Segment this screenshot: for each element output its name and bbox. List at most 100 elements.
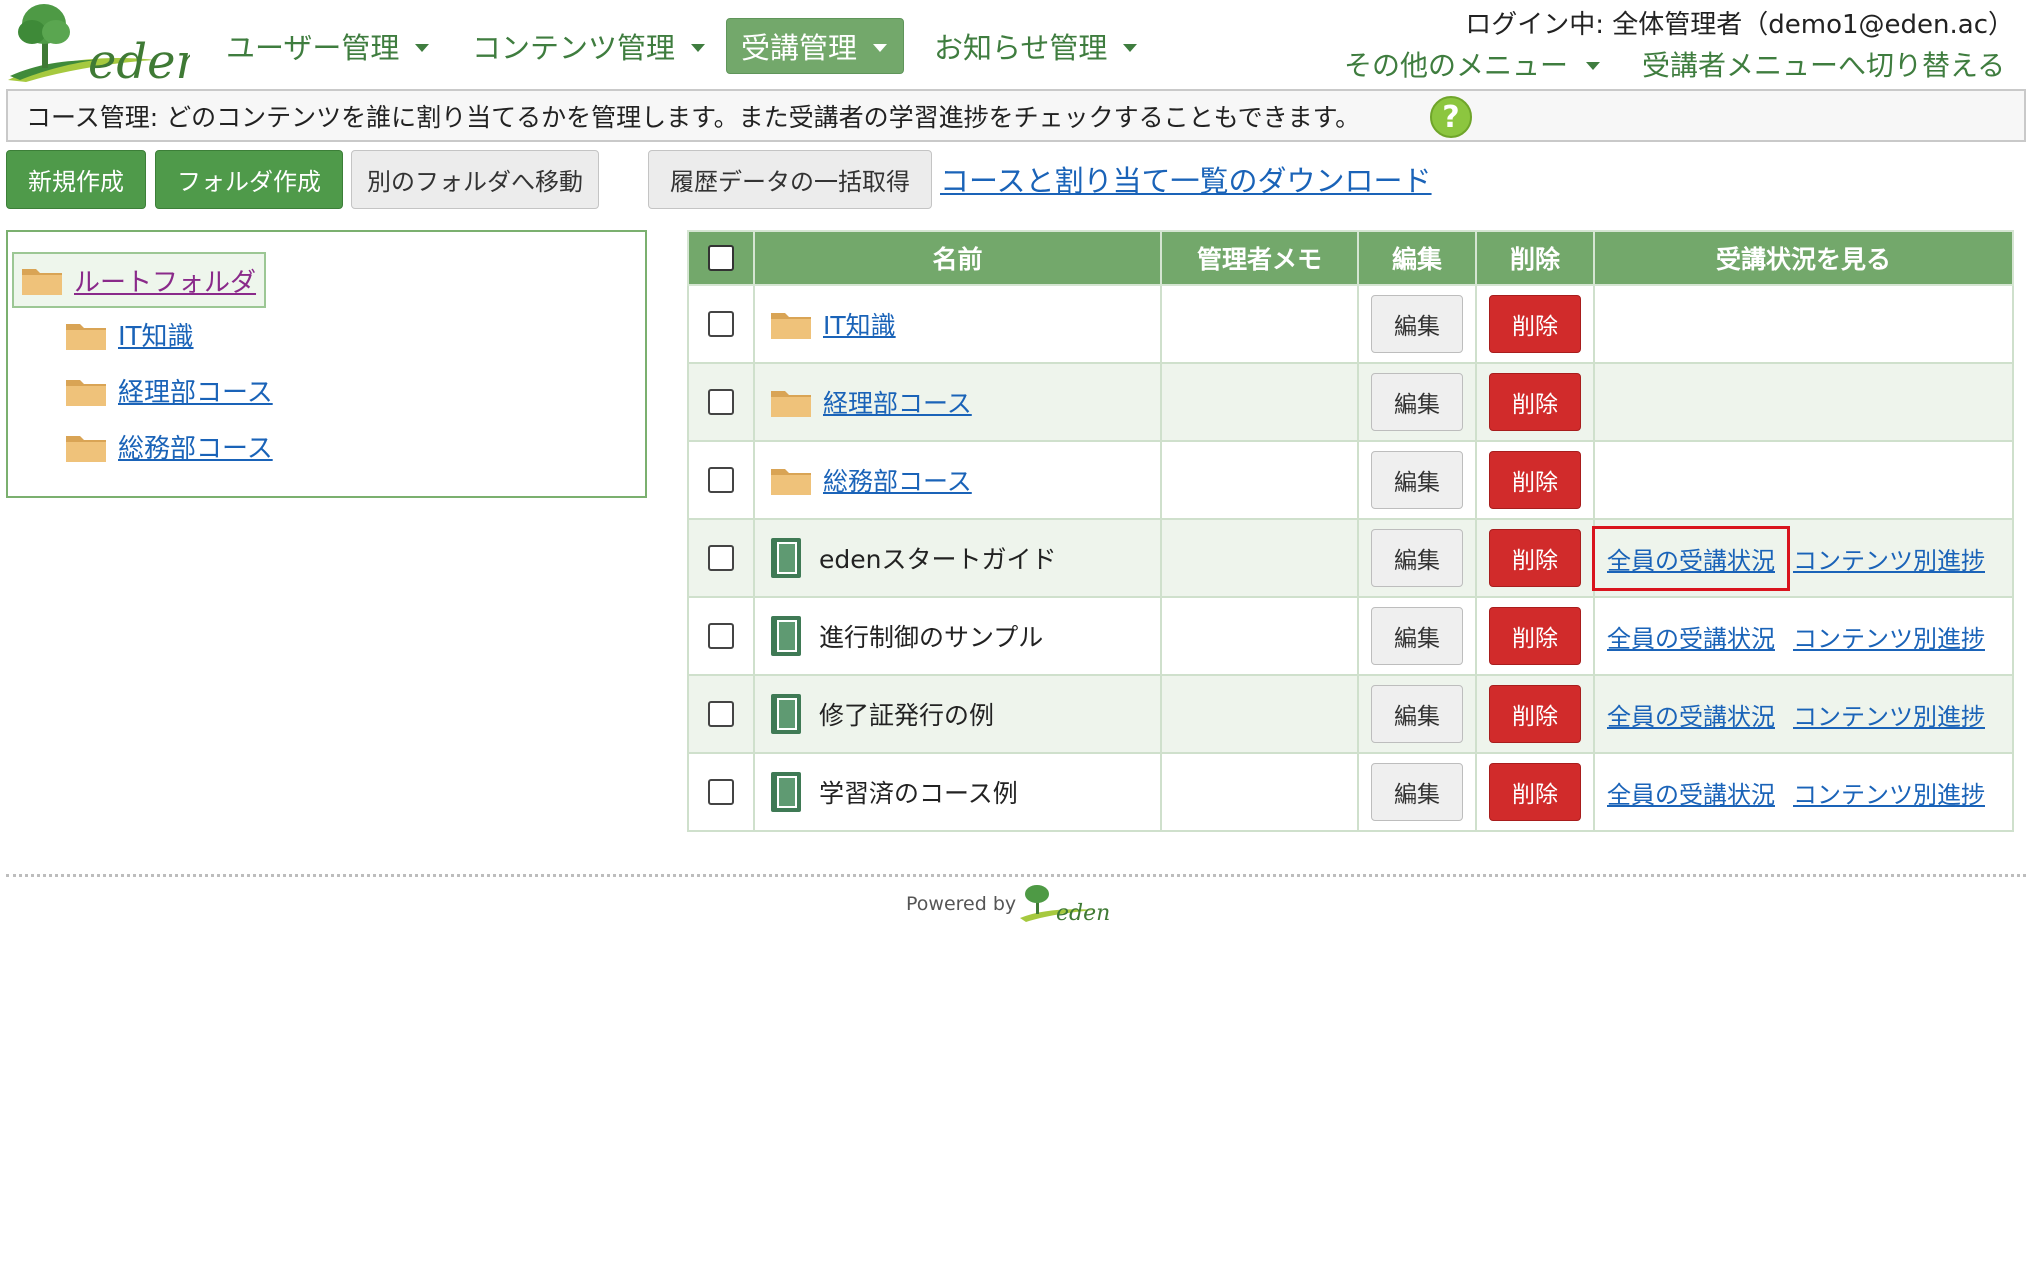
row-name: 進行制御のサンプル	[819, 623, 1044, 652]
row-checkbox-cell	[687, 518, 755, 598]
nav-user-management[interactable]: ユーザー管理	[212, 18, 443, 74]
powered-by-text: Powered by	[906, 893, 1017, 915]
course-book-icon	[771, 616, 801, 656]
folder-icon	[66, 379, 106, 406]
caret-down-icon	[873, 44, 888, 52]
edit-button[interactable]: 編集	[1371, 763, 1463, 821]
row-edit-cell: 編集	[1357, 284, 1477, 364]
folder-icon	[771, 469, 811, 495]
row-status-cell: 全員の受講状況 コンテンツ別進捗	[1592, 518, 2014, 598]
course-book-icon	[771, 694, 801, 734]
delete-button[interactable]: 削除	[1489, 451, 1581, 509]
tree-root-label: ルートフォルダ	[74, 267, 257, 298]
delete-header: 削除	[1475, 230, 1595, 286]
nav-attendance-management[interactable]: 受講管理	[726, 18, 904, 74]
row-checkbox[interactable]	[708, 701, 734, 727]
row-delete-cell: 削除	[1475, 440, 1595, 520]
row-checkbox-cell	[687, 440, 755, 520]
svg-text:eden: eden	[88, 34, 190, 84]
row-checkbox-cell	[687, 284, 755, 364]
create-folder-button[interactable]: フォルダ作成	[155, 150, 343, 209]
row-memo-cell	[1160, 596, 1359, 676]
switch-to-learner-menu[interactable]: 受講者メニューへ切り替える	[1642, 44, 2005, 84]
table-row: 進行制御のサンプル 編集 削除 全員の受講状況 コンテンツ別進捗	[687, 596, 2014, 676]
row-checkbox[interactable]	[708, 623, 734, 649]
caret-down-icon	[1586, 62, 1601, 70]
bulk-history-button[interactable]: 履歴データの一括取得	[648, 150, 932, 209]
row-edit-cell: 編集	[1357, 674, 1477, 754]
other-menu[interactable]: その他のメニュー	[1344, 44, 1601, 84]
memo-header: 管理者メモ	[1160, 230, 1359, 286]
delete-button[interactable]: 削除	[1489, 373, 1581, 431]
edit-button[interactable]: 編集	[1371, 373, 1463, 431]
row-status-cell: 全員の受講状況 コンテンツ別進捗	[1593, 752, 2014, 832]
tree-item-it[interactable]: IT知識	[64, 316, 194, 353]
row-name-link[interactable]: 経理部コース	[823, 384, 972, 420]
row-name-cell: 学習済のコース例	[753, 752, 1162, 832]
status-header: 受講状況を見る	[1593, 230, 2014, 286]
tree-item-label: IT知識	[118, 322, 194, 352]
row-name-link[interactable]: IT知識	[823, 306, 896, 342]
table-row: IT知識 編集 削除	[687, 284, 2014, 364]
tree-item-label: 総務部コース	[118, 434, 273, 464]
row-memo-cell	[1160, 518, 1359, 598]
delete-button[interactable]: 削除	[1489, 685, 1581, 743]
nav-notice-management[interactable]: お知らせ管理	[920, 18, 1151, 74]
row-name-cell: 修了証発行の例	[753, 674, 1162, 754]
edit-button[interactable]: 編集	[1371, 607, 1463, 665]
row-status-cell: 全員の受講状況 コンテンツ別進捗	[1593, 674, 2014, 754]
row-checkbox[interactable]	[708, 311, 734, 337]
row-checkbox[interactable]	[708, 545, 734, 571]
row-memo-cell	[1160, 674, 1359, 754]
svg-text:eden: eden	[1056, 901, 1110, 924]
caret-down-icon	[691, 44, 706, 52]
row-checkbox-cell	[687, 596, 755, 676]
content-progress-link[interactable]: コンテンツ別進捗	[1793, 775, 1985, 810]
delete-button[interactable]: 削除	[1489, 763, 1581, 821]
select-all-checkbox[interactable]	[708, 245, 734, 271]
row-name-cell: 進行制御のサンプル	[753, 596, 1162, 676]
row-delete-cell: 削除	[1475, 362, 1595, 442]
row-checkbox[interactable]	[708, 467, 734, 493]
folder-icon	[22, 269, 62, 295]
content-progress-link[interactable]: コンテンツ別進捗	[1793, 619, 1985, 654]
select-all-header	[687, 230, 755, 286]
all-status-link[interactable]: 全員の受講状況	[1605, 617, 1777, 656]
row-checkbox[interactable]	[708, 779, 734, 805]
delete-button[interactable]: 削除	[1489, 295, 1581, 353]
delete-button[interactable]: 削除	[1489, 529, 1581, 587]
row-checkbox[interactable]	[708, 389, 734, 415]
row-name-cell: 経理部コース	[753, 362, 1162, 442]
table-header-row: 名前 管理者メモ 編集 削除 受講状況を見る	[687, 230, 2014, 286]
edit-button[interactable]: 編集	[1371, 685, 1463, 743]
edit-button[interactable]: 編集	[1371, 295, 1463, 353]
info-text: コース管理: どのコンテンツを誰に割り当てるかを管理します。また受講者の学習進捗…	[26, 102, 1361, 132]
help-icon[interactable]: ?	[1430, 96, 1472, 138]
all-status-link[interactable]: 全員の受講状況	[1592, 525, 1790, 591]
course-table: 名前 管理者メモ 編集 削除 受講状況を見る IT知識 編集 削除 経理部コース 編集削…	[687, 230, 2014, 832]
nav-content-management[interactable]: コンテンツ管理	[458, 18, 719, 74]
move-folder-button[interactable]: 別のフォルダへ移動	[351, 150, 599, 209]
tree-root-folder[interactable]: ルートフォルダ	[12, 252, 267, 308]
row-edit-cell: 編集	[1357, 518, 1477, 598]
content-progress-link[interactable]: コンテンツ別進捗	[1793, 697, 1985, 732]
row-name-link[interactable]: 総務部コース	[823, 462, 972, 498]
table-row: edenスタートガイド 編集 削除 全員の受講状況 コンテンツ別進捗	[687, 518, 2014, 598]
content-progress-link[interactable]: コンテンツ別進捗	[1793, 541, 1985, 576]
eden-logo[interactable]: eden	[6, 2, 206, 90]
delete-button[interactable]: 削除	[1489, 607, 1581, 665]
edit-button[interactable]: 編集	[1371, 529, 1463, 587]
table-row: 総務部コース 編集 削除	[687, 440, 2014, 520]
name-header: 名前	[753, 230, 1162, 286]
tree-item-accounting[interactable]: 経理部コース	[64, 372, 273, 409]
course-book-icon	[771, 772, 801, 812]
new-button[interactable]: 新規作成	[6, 150, 146, 209]
download-assignments-link[interactable]: コースと割り当て一覧のダウンロード	[940, 158, 1432, 200]
edit-button[interactable]: 編集	[1371, 451, 1463, 509]
all-status-link[interactable]: 全員の受講状況	[1605, 773, 1777, 812]
row-delete-cell: 削除	[1475, 284, 1595, 364]
folder-icon	[66, 435, 106, 462]
tree-item-general-affairs[interactable]: 総務部コース	[64, 428, 273, 465]
all-status-link[interactable]: 全員の受講状況	[1605, 695, 1777, 734]
info-bar: コース管理: どのコンテンツを誰に割り当てるかを管理します。また受講者の学習進捗…	[6, 89, 2026, 142]
